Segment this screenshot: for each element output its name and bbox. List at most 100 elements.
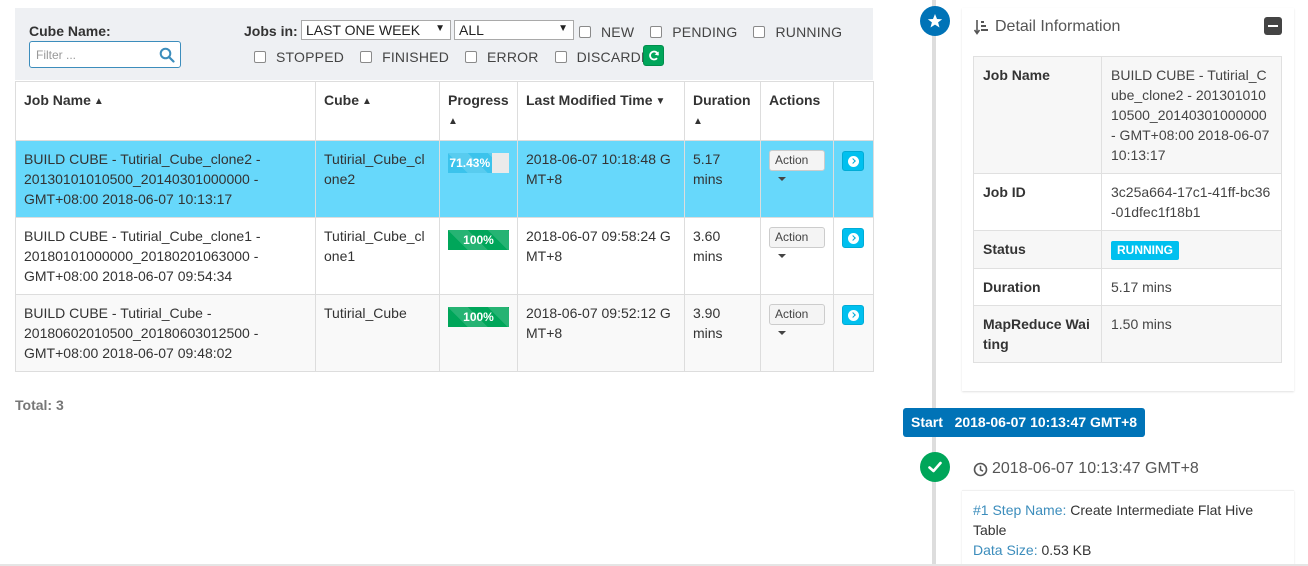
detail-duration-value: 5.17 mins bbox=[1101, 268, 1282, 306]
cube-cell: Tutirial_Cube_clone1 bbox=[315, 217, 440, 295]
progress-cell: 71.43% bbox=[439, 140, 518, 218]
status-checkbox-row-1: NEW PENDING RUNNING bbox=[579, 24, 858, 40]
duration-cell: 5.17 mins bbox=[684, 140, 761, 218]
time-range-select[interactable]: LAST ONE WEEK ▼ bbox=[301, 20, 451, 40]
caret-down-icon bbox=[778, 331, 786, 335]
job-name-cell: BUILD CUBE - Tutirial_Cube_clone2 - 2013… bbox=[15, 140, 316, 218]
detail-row-mapreduce-waiting: MapReduce Waiting 1.50 mins bbox=[973, 305, 1282, 363]
caret-down-icon bbox=[778, 177, 786, 181]
detail-row-job-name: Job Name BUILD CUBE - Tutirial_Cube_clon… bbox=[973, 56, 1282, 174]
col-header-cube[interactable]: Cube ▲ bbox=[315, 81, 440, 141]
refresh-icon bbox=[648, 50, 659, 60]
last-modified-cell: 2018-06-07 10:18:48 GMT+8 bbox=[517, 140, 685, 218]
chevron-right-circle-icon bbox=[848, 310, 859, 321]
action-dropdown-button[interactable]: Action bbox=[769, 150, 825, 181]
progress-fill: 100% bbox=[448, 230, 509, 250]
cube-filter-box[interactable] bbox=[29, 41, 181, 68]
step-time-header: 2018-06-07 10:13:47 GMT+8 bbox=[973, 460, 1199, 478]
duration-cell: 3.90 mins bbox=[684, 294, 761, 372]
progress-fill: 100% bbox=[448, 307, 509, 327]
status-badge: RUNNING bbox=[1111, 241, 1179, 260]
sort-icon[interactable]: ▲ bbox=[448, 112, 458, 132]
cube-cell: Tutirial_Cube bbox=[315, 294, 440, 372]
col-header-progress[interactable]: Progress ▲ bbox=[439, 81, 518, 141]
progress-bar: 100% bbox=[448, 230, 509, 250]
progress-cell: 100% bbox=[439, 294, 518, 372]
cube-filter-input[interactable] bbox=[30, 42, 150, 67]
detail-cell bbox=[833, 140, 874, 218]
action-dropdown-button[interactable]: Action bbox=[769, 304, 825, 335]
view-detail-button[interactable] bbox=[842, 228, 864, 248]
action-dropdown-button[interactable]: Action bbox=[769, 227, 825, 258]
sort-icon[interactable]: ▲ bbox=[94, 92, 104, 112]
actions-cell: Action bbox=[760, 294, 834, 372]
chevron-right-circle-icon bbox=[848, 233, 859, 244]
progress-fill: 71.43% bbox=[448, 153, 492, 173]
select-arrow-icon: ▼ bbox=[558, 23, 568, 34]
chevron-right-circle-icon bbox=[848, 156, 859, 167]
status-select[interactable]: ALL ▼ bbox=[454, 20, 574, 40]
col-header-last-modified[interactable]: Last Modified Time ▼ bbox=[517, 81, 685, 141]
table-row[interactable]: BUILD CUBE - Tutirial_Cube_clone2 - 2013… bbox=[15, 140, 874, 218]
table-row[interactable]: BUILD CUBE - Tutirial_Cube - 20180602010… bbox=[15, 294, 874, 372]
checkbox-pending[interactable]: PENDING bbox=[650, 24, 737, 40]
detail-row-duration: Duration 5.17 mins bbox=[973, 268, 1282, 306]
job-filter-bar: Cube Name: Jobs in: LAST ONE WEEK ▼ ALL … bbox=[15, 8, 873, 80]
timeline-start-label: Start 2018-06-07 10:13:47 GMT+8 bbox=[903, 408, 1146, 437]
view-detail-button[interactable] bbox=[842, 151, 864, 171]
table-header-row: Job Name ▲ Cube ▲ Progress ▲ Last Modified … bbox=[15, 81, 874, 141]
view-detail-button[interactable] bbox=[842, 305, 864, 325]
actions-cell: Action bbox=[760, 140, 834, 218]
jobs-in-label: Jobs in: bbox=[244, 23, 298, 39]
duration-cell: 3.60 mins bbox=[684, 217, 761, 295]
progress-bar: 100% bbox=[448, 307, 509, 327]
job-name-cell: BUILD CUBE - Tutirial_Cube_clone1 - 2018… bbox=[15, 217, 316, 295]
checkbox-error[interactable]: ERROR bbox=[465, 49, 539, 65]
table-row[interactable]: BUILD CUBE - Tutirial_Cube_clone1 - 2018… bbox=[15, 217, 874, 295]
detail-cell bbox=[833, 217, 874, 295]
data-size-value: 0.53 KB bbox=[1041, 542, 1092, 558]
refresh-button[interactable] bbox=[643, 45, 664, 66]
checkbox-new[interactable]: NEW bbox=[579, 24, 634, 40]
detail-row-job-id: Job ID 3c25a664-17c1-41ff-bc36-01dfec1f1… bbox=[973, 173, 1282, 231]
detail-cell bbox=[833, 294, 874, 372]
status-select-value: ALL bbox=[459, 22, 484, 38]
job-name-cell: BUILD CUBE - Tutirial_Cube - 20180602010… bbox=[15, 294, 316, 372]
search-icon[interactable] bbox=[159, 47, 175, 63]
sort-amount-icon bbox=[974, 20, 988, 35]
total-count: Total: 3 bbox=[15, 397, 64, 413]
progress-bar: 71.43% bbox=[448, 153, 509, 173]
detail-mapreduce-waiting-value: 1.50 mins bbox=[1101, 305, 1282, 363]
sort-desc-icon[interactable]: ▼ bbox=[656, 92, 666, 112]
sort-icon[interactable]: ▲ bbox=[362, 92, 372, 112]
select-arrow-icon: ▼ bbox=[435, 23, 445, 34]
detail-row-status: Status RUNNING bbox=[973, 230, 1282, 269]
col-header-actions: Actions bbox=[760, 81, 834, 141]
detail-information-panel: Detail Information Job Name BUILD CUBE -… bbox=[962, 8, 1294, 391]
checkbox-finished[interactable]: FINISHED bbox=[360, 49, 449, 65]
caret-down-icon bbox=[778, 254, 786, 258]
col-header-detail bbox=[833, 81, 874, 141]
cube-name-label: Cube Name: bbox=[29, 23, 111, 39]
detail-title: Detail Information bbox=[974, 18, 1120, 36]
jobs-table: Job Name ▲ Cube ▲ Progress ▲ Last Modified … bbox=[15, 81, 874, 372]
status-checkbox-row-2: STOPPED FINISHED ERROR DISCARDED bbox=[254, 49, 677, 65]
checkbox-stopped[interactable]: STOPPED bbox=[254, 49, 344, 65]
checkbox-running[interactable]: RUNNING bbox=[753, 24, 842, 40]
cube-cell: Tutirial_Cube_clone2 bbox=[315, 140, 440, 218]
collapse-panel-button[interactable] bbox=[1264, 17, 1282, 35]
clock-icon bbox=[973, 462, 988, 476]
sort-icon[interactable]: ▲ bbox=[693, 112, 703, 132]
time-range-value: LAST ONE WEEK bbox=[306, 22, 421, 38]
actions-cell: Action bbox=[760, 217, 834, 295]
data-size-label: Data Size: bbox=[973, 542, 1038, 558]
detail-job-name-value: BUILD CUBE - Tutirial_Cube_clone2 - 2013… bbox=[1101, 56, 1282, 174]
check-icon bbox=[920, 452, 950, 482]
col-header-job-name[interactable]: Job Name ▲ bbox=[15, 81, 316, 141]
col-header-duration[interactable]: Duration ▲ bbox=[684, 81, 761, 141]
step-card: #1 Step Name: Create Intermediate Flat H… bbox=[962, 490, 1294, 566]
step-name-label: #1 Step Name: bbox=[973, 502, 1067, 518]
last-modified-cell: 2018-06-07 09:58:24 GMT+8 bbox=[517, 217, 685, 295]
detail-job-id-value: 3c25a664-17c1-41ff-bc36-01dfec1f18b1 bbox=[1101, 173, 1282, 231]
progress-cell: 100% bbox=[439, 217, 518, 295]
